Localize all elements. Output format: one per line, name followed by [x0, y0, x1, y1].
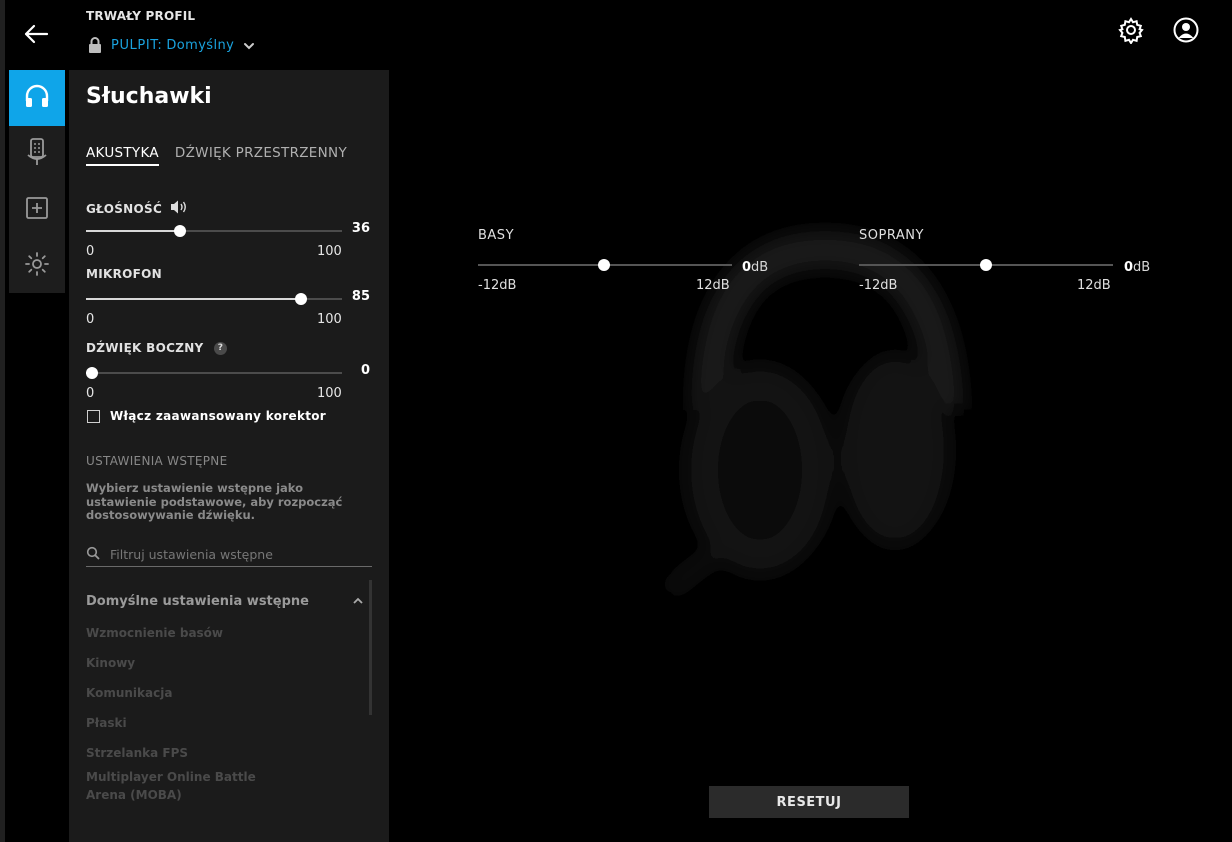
bass-slider[interactable] — [478, 259, 732, 271]
chevron-up-icon — [352, 592, 364, 611]
back-arrow-icon[interactable] — [22, 22, 50, 46]
volume-max: 100 — [317, 244, 342, 259]
rail-item-lighting[interactable] — [9, 238, 65, 294]
preset-item[interactable]: Płaski — [86, 714, 127, 732]
volume-label-row: GŁOŚNOŚĆ — [86, 199, 189, 218]
device-feature-rail — [9, 70, 65, 293]
preset-item[interactable]: Kinowy — [86, 654, 135, 672]
bass-value-readout: 0dB — [742, 256, 768, 275]
user-account-icon[interactable] — [1172, 16, 1200, 44]
volume-slider-thumb[interactable] — [174, 225, 186, 237]
bass-unit: dB — [751, 260, 769, 275]
treble-label: SOPRANY — [859, 228, 924, 243]
tab-surround-sound[interactable]: DŹWIĘK PRZESTRZENNY — [175, 145, 347, 166]
volume-value: 36 — [351, 221, 370, 236]
window-left-edge — [0, 0, 5, 842]
advanced-eq-label: Włącz zaawansowany korektor — [110, 409, 327, 423]
sidetone-min: 0 — [86, 386, 95, 401]
gear-icon[interactable] — [1117, 16, 1145, 45]
presets-heading: USTAWIENIA WSTĘPNE — [86, 454, 228, 468]
sidetone-max: 100 — [317, 386, 342, 401]
profile-title: TRWAŁY PROFIL — [86, 9, 196, 23]
settings-panel: Słuchawki AKUSTYKA DŹWIĘK PRZESTRZENNY G… — [69, 70, 389, 842]
preset-item[interactable]: Komunikacja — [86, 684, 172, 702]
search-icon — [86, 545, 100, 564]
advanced-eq-option[interactable]: Włącz zaawansowany korektor — [87, 409, 326, 423]
treble-value-readout: 0dB — [1124, 256, 1150, 275]
preset-filter-input[interactable] — [108, 545, 362, 563]
tab-bar: AKUSTYKA DŹWIĘK PRZESTRZENNY — [86, 145, 347, 166]
rail-item-add[interactable] — [9, 182, 65, 238]
volume-min: 0 — [86, 244, 95, 259]
volume-slider[interactable] — [86, 225, 342, 237]
bass-slider-thumb[interactable] — [598, 259, 610, 271]
treble-slider-thumb[interactable] — [980, 259, 992, 271]
advanced-eq-checkbox[interactable] — [87, 409, 100, 423]
sidetone-label: DŹWIĘK BOCZNY — [86, 341, 204, 355]
treble-max: 12dB — [1077, 278, 1111, 293]
sidetone-label-row: DŹWIĘK BOCZNY ? — [86, 341, 228, 355]
preset-filter[interactable] — [86, 542, 372, 567]
preset-item[interactable]: Multiplayer Online Battle Arena (MOBA) — [86, 768, 256, 804]
headphones-icon — [23, 83, 51, 113]
brightness-icon — [24, 251, 50, 281]
profile-name: PULPIT: — [111, 37, 163, 53]
bass-max: 12dB — [696, 278, 730, 293]
microphone-value: 85 — [351, 289, 370, 304]
profile-selector[interactable]: PULPIT: Domyślny — [86, 35, 256, 55]
tab-acoustics[interactable]: AKUSTYKA — [86, 145, 159, 166]
microphone-slider[interactable] — [86, 293, 342, 305]
microphone-slider-thumb[interactable] — [295, 293, 307, 305]
preset-list-scrollbar[interactable] — [369, 580, 372, 715]
bass-min: -12dB — [478, 278, 517, 293]
add-icon — [25, 196, 49, 224]
volume-label: GŁOŚNOŚĆ — [86, 201, 163, 216]
preset-group-title: Domyślne ustawienia wstępne — [86, 594, 309, 609]
preset-item[interactable]: Wzmocnienie basów — [86, 624, 223, 642]
sidetone-slider[interactable] — [86, 367, 342, 379]
treble-unit: dB — [1133, 260, 1151, 275]
preset-group-header[interactable]: Domyślne ustawienia wstępne — [86, 592, 364, 611]
lock-icon — [86, 36, 104, 54]
microphone-max: 100 — [317, 312, 342, 327]
chevron-down-icon — [242, 38, 256, 52]
sidetone-slider-thumb[interactable] — [86, 367, 98, 379]
presets-description: Wybierz ustawienie wstępne jako ustawien… — [86, 481, 343, 522]
speaker-icon — [169, 199, 189, 218]
treble-min: -12dB — [859, 278, 898, 293]
treble-slider[interactable] — [859, 259, 1113, 271]
treble-value: 0 — [1124, 260, 1134, 275]
volume-slider-fill — [86, 230, 180, 232]
bass-value: 0 — [742, 260, 752, 275]
microphone-label: MIKROFON — [86, 267, 162, 281]
headset-image — [640, 220, 1000, 620]
sidetone-value: 0 — [360, 363, 370, 378]
help-icon[interactable]: ? — [214, 342, 228, 355]
preset-item[interactable]: Strzelanka FPS — [86, 744, 188, 762]
microphone-min: 0 — [86, 312, 95, 327]
reset-button[interactable]: RESETUJ — [709, 786, 909, 818]
rail-item-microphone[interactable] — [9, 126, 65, 182]
profile-value: Domyślny — [166, 37, 235, 53]
microphone-slider-fill — [86, 298, 301, 300]
microphone-icon — [25, 137, 49, 171]
bass-label: BASY — [478, 228, 515, 243]
panel-title: Słuchawki — [86, 84, 212, 109]
rail-item-headphones[interactable] — [9, 70, 65, 126]
